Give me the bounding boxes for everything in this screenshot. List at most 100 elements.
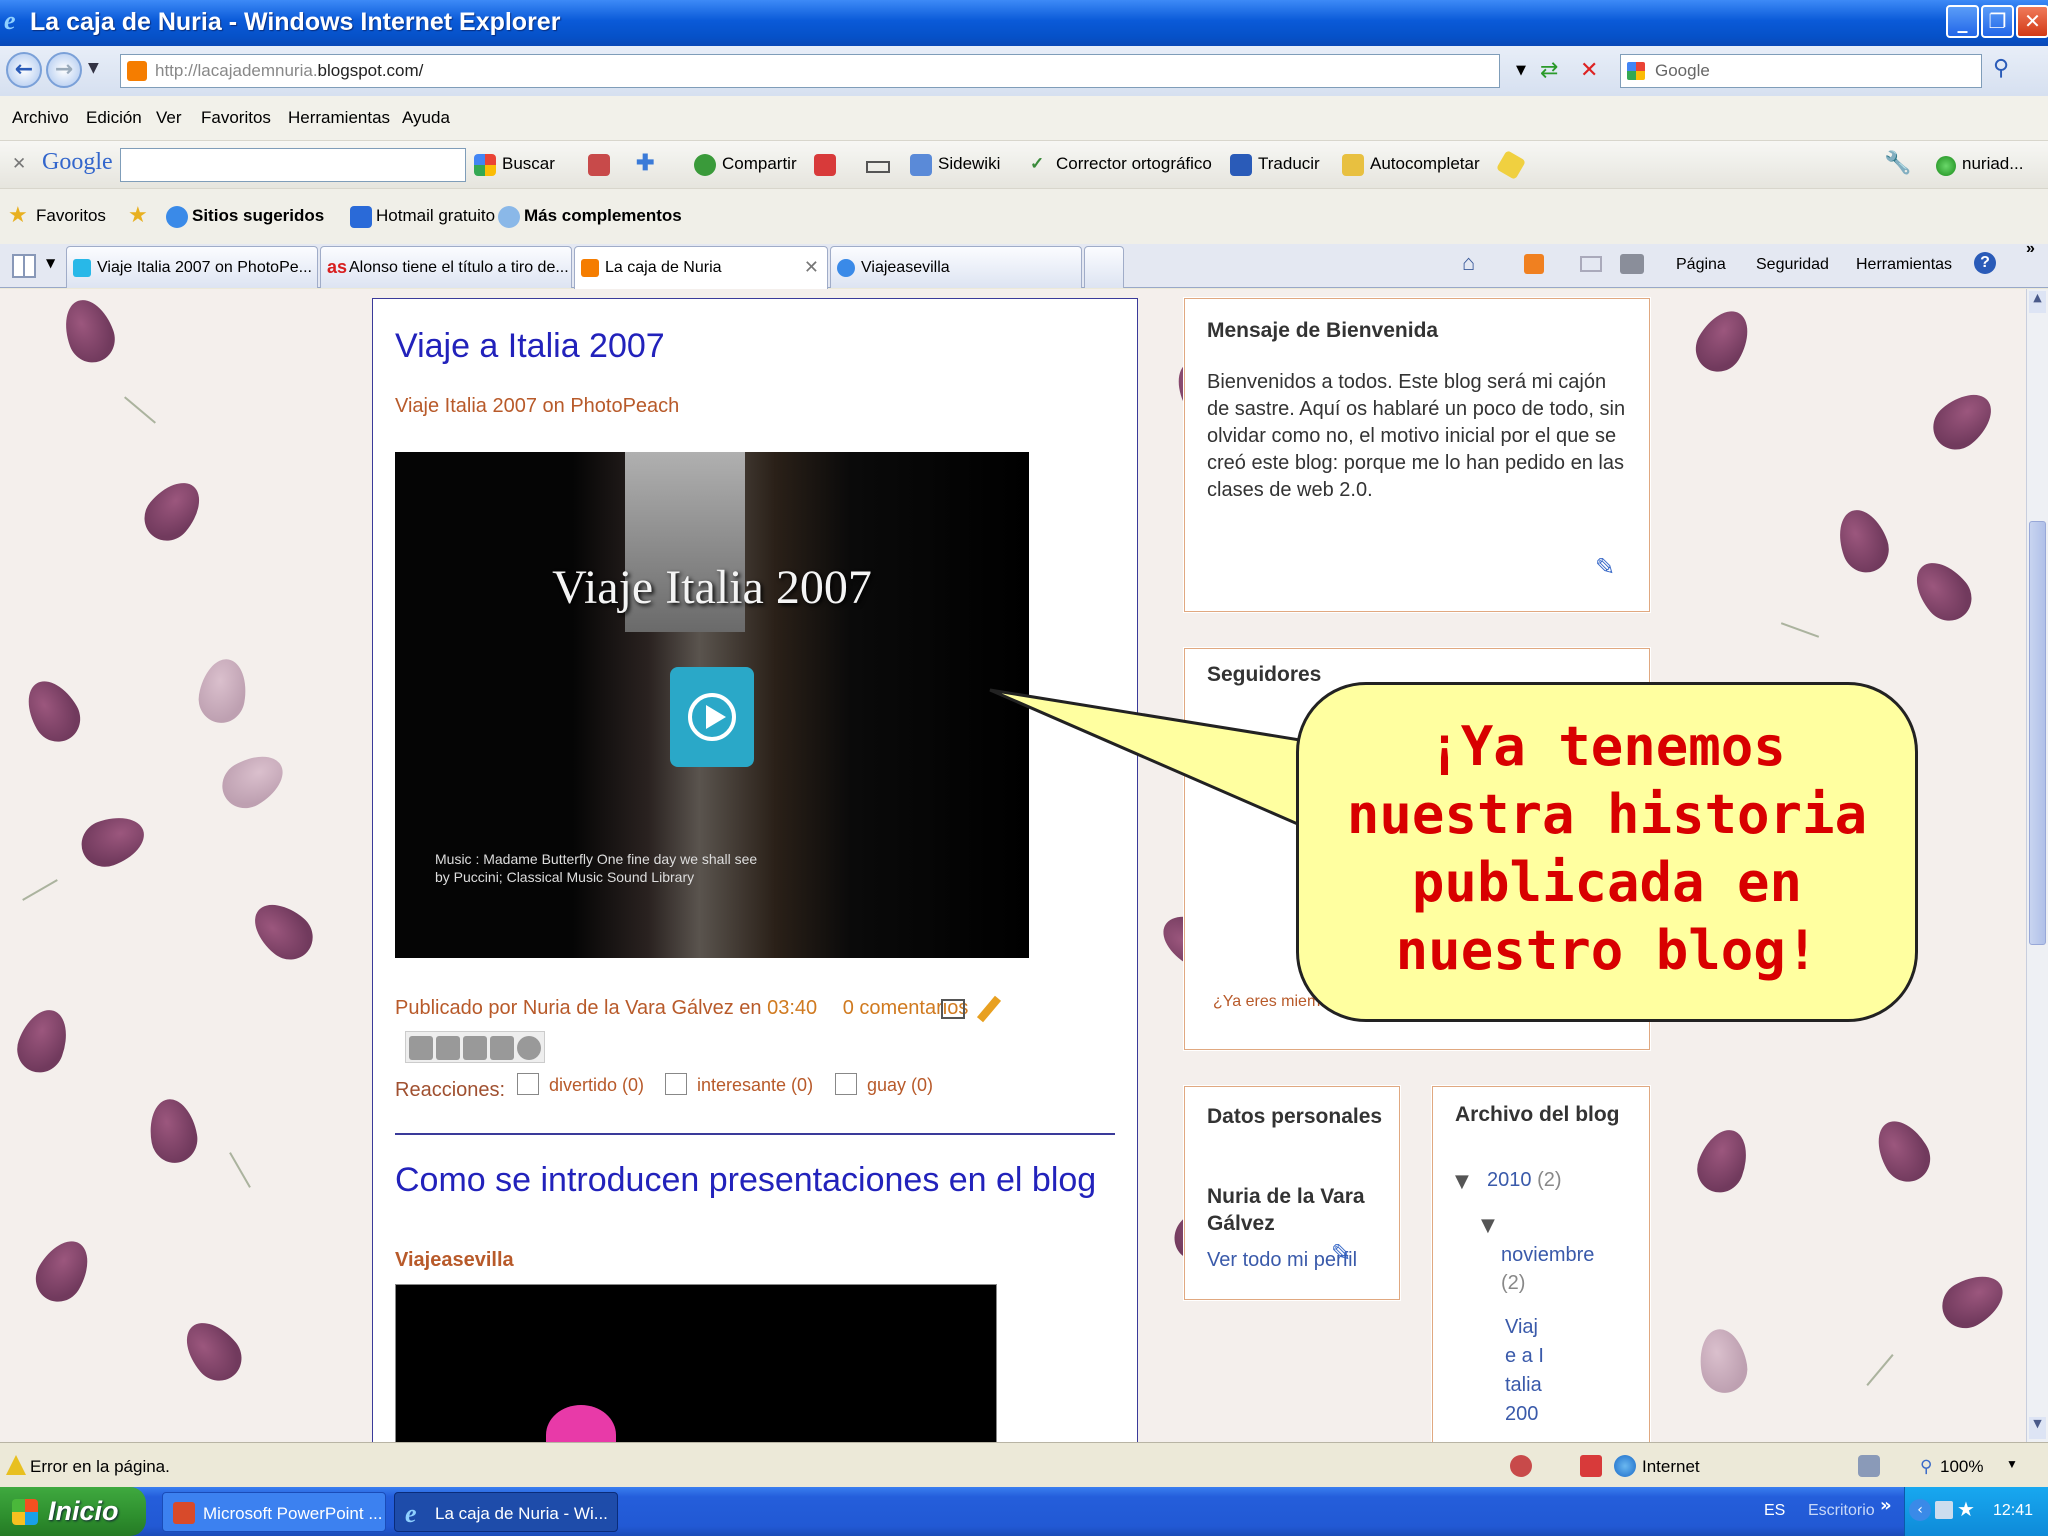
blogger-share-icon[interactable]: [436, 1036, 460, 1060]
highlighter-pen-icon[interactable]: [1495, 149, 1527, 181]
buzz-share-icon[interactable]: [517, 1036, 541, 1060]
zoom-level[interactable]: 100%: [1940, 1457, 1983, 1477]
wrench-icon[interactable]: 🔧: [1884, 150, 1911, 176]
play-button[interactable]: [670, 667, 754, 767]
hotmail-link[interactable]: Hotmail gratuito: [376, 206, 495, 226]
post2-title[interactable]: Como se introducen presentaciones en el …: [395, 1161, 1096, 1200]
add-button-icon[interactable]: ✚: [636, 150, 654, 176]
reaction-checkbox-divertido[interactable]: [517, 1073, 539, 1095]
twitter-share-icon[interactable]: [463, 1036, 487, 1060]
profile-name[interactable]: Nuria de la Vara Gálvez: [1207, 1183, 1387, 1237]
star-tray-icon[interactable]: ★: [1957, 1497, 1975, 1521]
clock[interactable]: 12:41: [1993, 1502, 2033, 1520]
reaction-checkbox-guay[interactable]: [835, 1073, 857, 1095]
desktop-toolbar[interactable]: Escritorio: [1808, 1502, 1875, 1520]
menu-favoritos[interactable]: Favoritos: [201, 108, 271, 128]
popup-icon[interactable]: [1858, 1455, 1880, 1477]
menu-archivo[interactable]: Archivo: [12, 108, 69, 128]
seguridad-menu[interactable]: Seguridad: [1756, 256, 1829, 274]
favorites-button[interactable]: Favoritos: [36, 206, 106, 226]
buscar-button[interactable]: Buscar: [502, 154, 555, 174]
taskbar-item-powerpoint[interactable]: Microsoft PowerPoint ...: [162, 1492, 386, 1532]
close-tab-icon[interactable]: ✕: [804, 257, 819, 278]
history-dropdown-icon[interactable]: ▼: [88, 60, 99, 76]
tab-photopeach[interactable]: Viaje Italia 2007 on PhotoPe...: [66, 246, 318, 288]
pagina-menu[interactable]: Página: [1676, 256, 1726, 274]
month-toggle-icon[interactable]: ▼: [1481, 1215, 1495, 1236]
home-icon[interactable]: ⌂: [1462, 250, 1475, 276]
stop-icon[interactable]: ✕: [1580, 58, 1606, 84]
post-time-link[interactable]: 03:40: [767, 997, 817, 1019]
video-embed[interactable]: Viaje Italia 2007 Music : Madame Butterf…: [395, 452, 1029, 958]
taskbar-item-ie[interactable]: e La caja de Nuria - Wi...: [394, 1492, 618, 1532]
edit-widget-icon[interactable]: ✎: [1595, 553, 1615, 581]
search-field[interactable]: Google: [1620, 54, 1982, 88]
address-dropdown-button[interactable]: ▼: [1511, 56, 1531, 86]
traducir-button[interactable]: Traducir: [1258, 154, 1320, 174]
archive-post-link[interactable]: Viaje a Italia 200: [1505, 1313, 1549, 1429]
archive-year-link[interactable]: 2010 (2): [1487, 1169, 1562, 1192]
vertical-scrollbar[interactable]: ▲ ▼: [2026, 289, 2048, 1442]
compartir-button[interactable]: Compartir: [722, 154, 797, 174]
zoom-dropdown-icon[interactable]: ▼: [2006, 1457, 2018, 1471]
add-favorite-icon[interactable]: ★: [128, 202, 148, 228]
account-button[interactable]: nuriad...: [1962, 154, 2023, 174]
mas-complementos-button[interactable]: Más complementos: [524, 206, 682, 226]
year-toggle-icon[interactable]: ▼: [1455, 1171, 1469, 1192]
search-go-icon[interactable]: ⚲: [1986, 56, 2016, 86]
start-button[interactable]: Inicio: [0, 1487, 146, 1536]
scroll-down-arrow-icon[interactable]: ▼: [2029, 1417, 2046, 1439]
email-share-icon[interactable]: [409, 1036, 433, 1060]
refresh-icon[interactable]: ⇄: [1540, 58, 1566, 84]
email-post-icon[interactable]: [941, 999, 965, 1019]
corrector-button[interactable]: Corrector ortográfico: [1056, 154, 1212, 174]
back-button[interactable]: ←: [6, 52, 42, 88]
tab-list-dropdown[interactable]: ▼: [46, 256, 55, 270]
autocompletar-button[interactable]: Autocompletar: [1370, 154, 1480, 174]
mail-icon[interactable]: [1580, 256, 1602, 272]
popup-blocker-icon[interactable]: [814, 154, 836, 176]
sidewiki-button[interactable]: Sidewiki: [938, 154, 1000, 174]
scroll-thumb[interactable]: [2029, 521, 2046, 945]
warning-icon[interactable]: [6, 1455, 26, 1475]
archive-month-link[interactable]: noviembre (2): [1501, 1241, 1601, 1297]
zoom-icon[interactable]: ⚲: [1920, 1457, 1932, 1477]
menu-ver[interactable]: Ver: [156, 108, 182, 128]
menu-herramientas[interactable]: Herramientas: [288, 108, 390, 128]
pagerank-icon[interactable]: [588, 154, 610, 176]
toolbar-chevron-icon[interactable]: »: [1880, 1495, 1892, 1516]
herramientas-menu[interactable]: Herramientas: [1856, 256, 1952, 274]
menu-edicion[interactable]: Edición: [86, 108, 142, 128]
forward-button[interactable]: →: [46, 52, 82, 88]
language-indicator[interactable]: ES: [1764, 1502, 1785, 1520]
tab-viajeasevilla[interactable]: Viajeasevilla: [830, 246, 1082, 288]
address-bar[interactable]: http://lacajademnuria.blogspot.com/: [120, 54, 1500, 88]
reaction-checkbox-interesante[interactable]: [665, 1073, 687, 1095]
post-title[interactable]: Viaje a Italia 2007: [395, 327, 665, 366]
member-link[interactable]: ¿Ya eres miem: [1213, 993, 1320, 1011]
google-search-input[interactable]: [120, 148, 466, 182]
minimize-button[interactable]: _: [1946, 5, 1979, 38]
edit-pencil-icon[interactable]: [976, 995, 1002, 1023]
edit-widget-icon[interactable]: ✎: [1331, 1239, 1351, 1267]
photopeach-link[interactable]: Viaje Italia 2007 on PhotoPeach: [395, 395, 679, 418]
video2-embed[interactable]: [395, 1284, 997, 1465]
network-icon[interactable]: [1935, 1501, 1953, 1519]
maximize-button[interactable]: ❐: [1981, 5, 2014, 38]
viajeasevilla-link[interactable]: Viajeasevilla: [395, 1249, 514, 1272]
highlight-icon[interactable]: [866, 161, 890, 173]
print-icon[interactable]: [1620, 254, 1644, 274]
status-error-text[interactable]: Error en la página.: [30, 1457, 170, 1477]
tray-collapse-icon[interactable]: ‹: [1909, 1499, 1931, 1521]
tab-la-caja-de-nuria[interactable]: La caja de Nuria ✕: [574, 246, 828, 289]
tab-as[interactable]: as Alonso tiene el título a tiro de...: [320, 246, 572, 288]
close-toolbar-icon[interactable]: ✕: [12, 154, 26, 174]
scroll-up-arrow-icon[interactable]: ▲: [2029, 291, 2046, 313]
facebook-share-icon[interactable]: [490, 1036, 514, 1060]
menu-ayuda[interactable]: Ayuda: [402, 108, 450, 128]
rss-icon[interactable]: [1524, 254, 1544, 274]
quick-tabs-icon[interactable]: [12, 254, 36, 278]
close-button[interactable]: ✕: [2016, 5, 2048, 38]
chevron-more-icon[interactable]: »: [2026, 240, 2035, 258]
sitios-sugeridos-button[interactable]: Sitios sugeridos: [192, 206, 324, 226]
